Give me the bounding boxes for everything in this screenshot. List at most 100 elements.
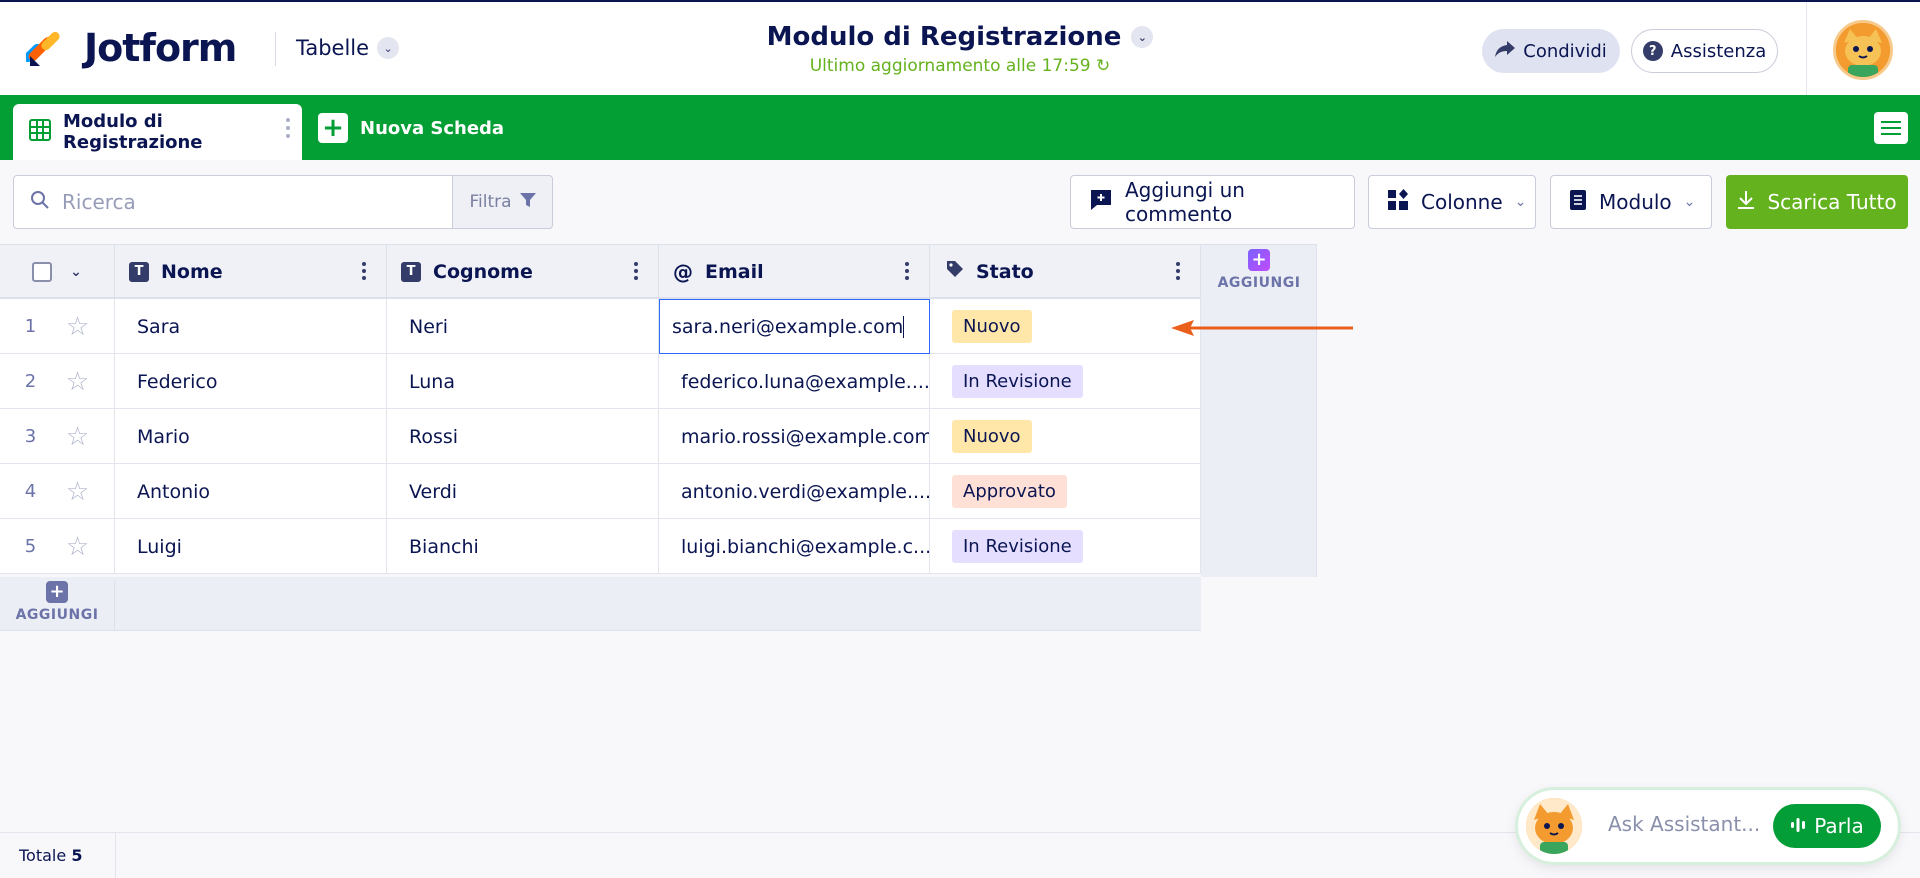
- cell-stato[interactable]: In Revisione: [930, 519, 1201, 574]
- email-value: sara.neri@example.com: [672, 315, 904, 338]
- cell-email[interactable]: federico.luna@example....: [659, 354, 930, 409]
- avatar[interactable]: [1833, 20, 1893, 80]
- column-menu-icon[interactable]: [362, 262, 366, 280]
- cell-cognome[interactable]: Luna: [387, 354, 659, 409]
- plus-icon: +: [46, 581, 68, 603]
- share-button[interactable]: Condividi: [1482, 29, 1620, 73]
- plus-icon: +: [1248, 249, 1270, 271]
- chevron-down-icon: ⌄: [1514, 194, 1527, 210]
- column-menu-icon[interactable]: [634, 262, 638, 280]
- star-icon[interactable]: ☆: [66, 532, 89, 562]
- form-title-dropdown[interactable]: Modulo di Registrazione ⌄: [767, 22, 1154, 52]
- funnel-icon: [519, 192, 536, 213]
- table-header: ⌄ T Nome T Cognome @ Email Stato: [0, 244, 1201, 299]
- search-box: [13, 175, 453, 229]
- columns-label: Colonne: [1421, 190, 1503, 214]
- chevron-down-icon: ⌄: [1131, 26, 1154, 48]
- tab-options-icon[interactable]: [286, 118, 290, 138]
- row-number: 3: [24, 426, 37, 447]
- star-icon[interactable]: ☆: [66, 367, 89, 397]
- chevron-down-icon: ⌄: [1683, 194, 1696, 210]
- star-icon[interactable]: ☆: [66, 422, 89, 452]
- cell-cognome[interactable]: Neri: [387, 299, 659, 354]
- table-row[interactable]: 4 ☆ Antonio Verdi antonio.verdi@example.…: [0, 464, 1201, 519]
- column-label: Stato: [976, 260, 1034, 283]
- form-label: Modulo: [1599, 190, 1672, 214]
- column-header-email[interactable]: @ Email: [659, 245, 930, 298]
- row-number: 1: [24, 316, 37, 337]
- table-row[interactable]: 5 ☆ Luigi Bianchi luigi.bianchi@example.…: [0, 519, 1201, 574]
- download-label: Scarica Tutto: [1767, 190, 1897, 214]
- table-row[interactable]: 2 ☆ Federico Luna federico.luna@example.…: [0, 354, 1201, 409]
- cell-nome[interactable]: Sara: [115, 299, 387, 354]
- comment-plus-icon: [1089, 189, 1113, 216]
- assistant-input[interactable]: Ask Assistant...: [1608, 812, 1760, 836]
- cell-nome[interactable]: Antonio: [115, 464, 387, 519]
- cell-nome[interactable]: Luigi: [115, 519, 387, 574]
- hamburger-menu-icon[interactable]: [1874, 112, 1908, 144]
- divider: [115, 833, 116, 878]
- add-column-label: AGGIUNGI: [1217, 275, 1301, 291]
- column-menu-icon[interactable]: [905, 262, 909, 280]
- status-badge: Nuovo: [952, 310, 1032, 343]
- download-all-button[interactable]: Scarica Tutto: [1726, 175, 1908, 229]
- tab-label: Modulo di Registrazione: [63, 111, 203, 153]
- cell-nome[interactable]: Mario: [115, 409, 387, 464]
- add-row-button[interactable]: + AGGIUNGI: [0, 581, 115, 631]
- column-label: Email: [705, 260, 764, 283]
- cell-email-editing[interactable]: sara.neri@example.com: [659, 299, 930, 354]
- help-label: Assistenza: [1670, 40, 1767, 62]
- star-icon[interactable]: ☆: [66, 312, 89, 342]
- cell-nome[interactable]: Federico: [115, 354, 387, 409]
- chevron-down-icon[interactable]: ⌄: [70, 264, 82, 280]
- form-dropdown[interactable]: Modulo ⌄: [1550, 175, 1712, 229]
- columns-icon: [1387, 188, 1409, 216]
- search-icon: [30, 190, 50, 214]
- row-index-cell: 4 ☆: [0, 464, 115, 519]
- cell-email[interactable]: luigi.bianchi@example.c...: [659, 519, 930, 574]
- filter-button[interactable]: Filtra: [453, 175, 553, 229]
- new-tab-button[interactable]: + Nuova Scheda: [318, 113, 504, 143]
- refresh-icon: ↻: [1096, 56, 1111, 76]
- cell-stato[interactable]: Approvato: [930, 464, 1201, 519]
- filter-label: Filtra: [469, 192, 512, 212]
- add-column-button[interactable]: + AGGIUNGI: [1201, 244, 1317, 577]
- cell-email[interactable]: antonio.verdi@example....: [659, 464, 930, 519]
- columns-dropdown[interactable]: Colonne ⌄: [1368, 175, 1536, 229]
- cell-cognome[interactable]: Verdi: [387, 464, 659, 519]
- column-header-nome[interactable]: T Nome: [115, 245, 387, 298]
- table-row[interactable]: 1 ☆ Sara Neri sara.neri@example.com Nuov…: [0, 299, 1201, 354]
- cell-cognome[interactable]: Rossi: [387, 409, 659, 464]
- talk-label: Parla: [1814, 814, 1864, 838]
- cell-cognome[interactable]: Bianchi: [387, 519, 659, 574]
- ai-assistant-widget[interactable]: Ask Assistant... Parla: [1518, 790, 1898, 862]
- column-menu-icon[interactable]: [1176, 262, 1180, 280]
- row-number: 2: [24, 371, 37, 392]
- cell-stato[interactable]: Nuovo: [930, 409, 1201, 464]
- annotation-arrow-icon: [1171, 320, 1353, 336]
- tab-registration-form[interactable]: Modulo di Registrazione: [13, 104, 302, 160]
- cell-email[interactable]: mario.rossi@example.com: [659, 409, 930, 464]
- add-comment-button[interactable]: Aggiungi un commento: [1070, 175, 1355, 229]
- help-button[interactable]: ? Assistenza: [1631, 29, 1778, 73]
- row-number: 5: [24, 536, 37, 557]
- row-index-cell: 5 ☆: [0, 519, 115, 574]
- cell-stato[interactable]: Nuovo: [930, 299, 1201, 354]
- column-header-stato[interactable]: Stato: [930, 245, 1201, 298]
- talk-button[interactable]: Parla: [1773, 804, 1881, 848]
- select-all-cell: ⌄: [0, 245, 115, 298]
- select-all-checkbox[interactable]: [32, 261, 53, 282]
- star-icon[interactable]: ☆: [66, 477, 89, 507]
- column-label: Nome: [161, 260, 223, 283]
- tag-icon: [946, 260, 964, 283]
- column-header-cognome[interactable]: T Cognome: [387, 245, 659, 298]
- share-arrow-icon: [1495, 40, 1516, 62]
- voice-wave-icon: [1790, 814, 1806, 838]
- question-icon: ?: [1642, 41, 1663, 61]
- search-input[interactable]: [62, 190, 442, 214]
- last-update-text: Ultimo aggiornamento alle 17:59: [809, 56, 1091, 76]
- row-number: 4: [24, 481, 37, 502]
- comment-label: Aggiungi un commento: [1125, 178, 1245, 226]
- table-row[interactable]: 3 ☆ Mario Rossi mario.rossi@example.com …: [0, 409, 1201, 464]
- cell-stato[interactable]: In Revisione: [930, 354, 1201, 409]
